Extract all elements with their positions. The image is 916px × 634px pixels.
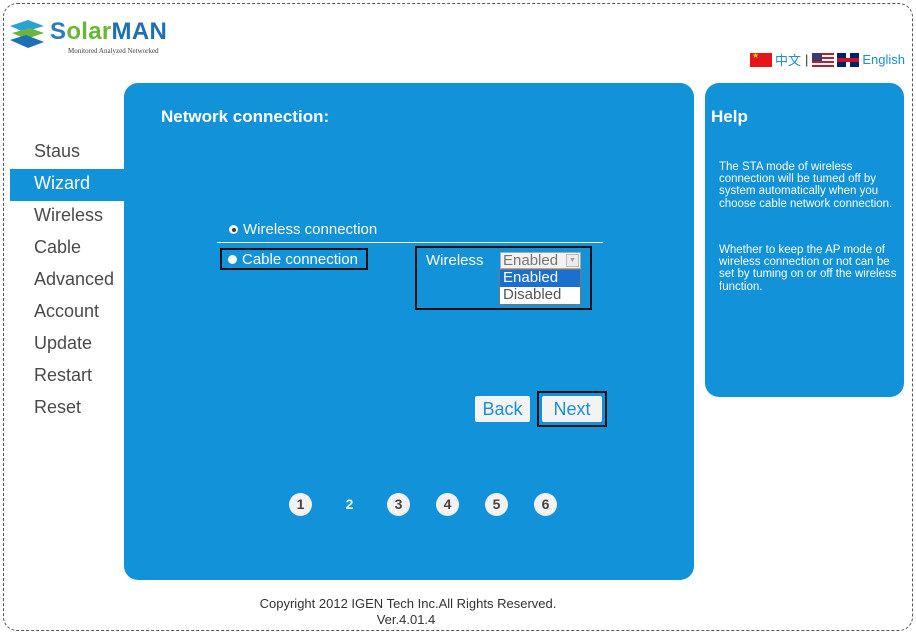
- sidebar-item-wireless[interactable]: Wireless: [10, 201, 124, 233]
- wireless-connection-label: Wireless connection: [243, 221, 378, 238]
- help-title: Help: [711, 107, 748, 126]
- chevron-down-icon[interactable]: ▼: [566, 254, 579, 267]
- sidebar-item-status[interactable]: Staus: [10, 137, 124, 169]
- wireless-select-value: Enabled: [503, 252, 559, 269]
- step-indicator: 5: [485, 493, 508, 516]
- dropdown-option-enabled[interactable]: Enabled: [500, 270, 580, 287]
- copyright-text: Copyright 2012 IGEN Tech Inc.All Rights …: [259, 596, 557, 611]
- step-indicator-current: 2: [338, 493, 361, 516]
- china-flag-icon[interactable]: [749, 51, 772, 67]
- cable-connection-label: Cable connection: [242, 250, 358, 268]
- wireless-select[interactable]: Enabled ▼: [500, 252, 581, 269]
- sidebar-item-cable[interactable]: Cable: [10, 233, 124, 265]
- help-paragraph: Whether to keep the AP mode of wireless …: [719, 244, 897, 293]
- divider: [217, 242, 603, 243]
- sidebar-item-restart[interactable]: Restart: [10, 361, 124, 393]
- step-indicator: 6: [534, 493, 557, 516]
- us-flag-icon[interactable]: [812, 52, 835, 67]
- step-indicator: 1: [289, 493, 312, 516]
- dropdown-option-disabled[interactable]: Disabled: [500, 287, 580, 304]
- help-panel: Help The STA mode of wireless connection…: [705, 83, 904, 397]
- language-chinese-link[interactable]: 中文: [775, 50, 801, 69]
- wireless-toggle-group: Wireless Enabled ▼ Enabled Disabled: [415, 246, 592, 310]
- sidebar-item-reset[interactable]: Reset: [10, 393, 124, 425]
- next-button-focus-frame: Next: [537, 391, 607, 427]
- page-title: Network connection:: [161, 107, 330, 126]
- help-paragraph: The STA mode of wireless connection will…: [719, 161, 893, 210]
- sidebar-nav: Staus Wizard Wireless Cable Advanced Acc…: [10, 137, 124, 425]
- language-switcher: 中文 | English: [749, 50, 905, 69]
- sidebar-item-account[interactable]: Account: [10, 297, 124, 329]
- step-indicator: 3: [387, 493, 410, 516]
- wizard-panel: Network connection: Wireless connection …: [124, 83, 694, 580]
- wireless-connection-radio[interactable]: [229, 225, 238, 234]
- step-indicator: 4: [436, 493, 459, 516]
- solarman-logo-icon: [10, 20, 44, 48]
- wireless-connection-option[interactable]: Wireless connection: [229, 221, 377, 238]
- solarman-logo: SolarMAN Monitored Analyzed Networked: [10, 18, 180, 58]
- next-button[interactable]: Next: [542, 396, 602, 422]
- brand-tagline: Monitored Analyzed Networked: [68, 47, 159, 55]
- wizard-steps: 1 2 3 4 5 6: [289, 493, 583, 516]
- language-english-link[interactable]: English: [862, 52, 905, 67]
- sidebar-item-update[interactable]: Update: [10, 329, 124, 361]
- cable-connection-radio[interactable]: [228, 254, 237, 264]
- brand-name: SolarMAN: [50, 18, 168, 45]
- cable-connection-option[interactable]: Cable connection: [220, 248, 368, 270]
- wireless-select-label: Wireless: [426, 252, 484, 269]
- sidebar-item-wizard[interactable]: Wizard: [10, 169, 124, 201]
- sidebar-item-advanced[interactable]: Advanced: [10, 265, 124, 297]
- back-button[interactable]: Back: [475, 396, 530, 422]
- language-separator: |: [804, 52, 809, 67]
- version-text: Ver.4.01.4: [376, 612, 436, 627]
- wireless-dropdown-list: Enabled Disabled: [499, 269, 581, 305]
- uk-flag-icon[interactable]: [837, 52, 860, 67]
